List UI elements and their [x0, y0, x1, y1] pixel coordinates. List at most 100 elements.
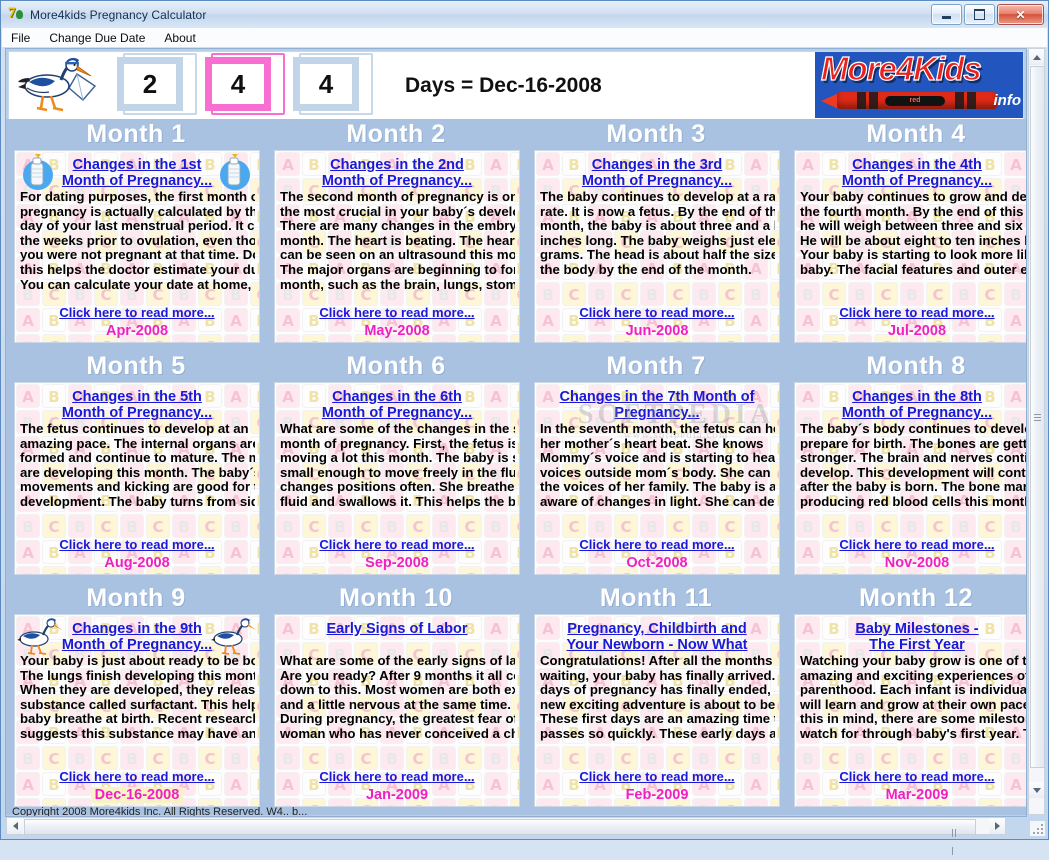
scroll-left-button[interactable] [7, 818, 23, 834]
month-cell-1[interactable]: Month 1 Changes in the 1st Month of Preg… [6, 119, 266, 351]
copyright-text: Copyright 2008 More4kids Inc. All Rights… [12, 806, 308, 817]
month-12-title-link[interactable]: Baby Milestones - The First Year [821, 621, 1013, 653]
month-9-header: Month 9 [86, 584, 186, 612]
month-12-read-more-link[interactable]: Click here to read more... [795, 769, 1026, 784]
month-7-title-link[interactable]: Changes in the 7th Month of Pregnancy... [543, 389, 771, 421]
window-resize-grip[interactable] [1030, 821, 1045, 836]
date-box-2-inner[interactable]: 4 [293, 57, 359, 111]
scroll-up-button[interactable] [1029, 49, 1044, 65]
month-10-read-more-link[interactable]: Click here to read more... [275, 769, 519, 784]
scroll-grip [952, 824, 959, 855]
month-8-title-link[interactable]: Changes in the 8th Month of Pregnancy... [821, 389, 1013, 421]
month-cell-11[interactable]: Month 11 Pregnancy, Childbirth and Your … [526, 583, 786, 815]
minimize-button[interactable] [931, 4, 962, 25]
month-4-title-link[interactable]: Changes in the 4th Month of Pregnancy... [821, 157, 1013, 189]
month-3-panel[interactable]: Changes in the 3rd Month of Pregnancy...… [534, 150, 780, 343]
month-11-body: Congratulations! After all the months of… [540, 654, 775, 741]
month-2-panel[interactable]: Changes in the 2nd Month of Pregnancy...… [274, 150, 520, 343]
more4kids-logo[interactable]: More4Kids red info [815, 52, 1023, 118]
header-strip: 2 4 4 Days = Dec-16-2008 More4Kids red i… [8, 51, 1024, 121]
date-box-1-inner[interactable]: 4 [205, 57, 271, 111]
month-4-panel[interactable]: Changes in the 4th Month of Pregnancy...… [794, 150, 1026, 343]
month-5-title-link[interactable]: Changes in the 5th Month of Pregnancy... [41, 389, 233, 421]
month-8-read-more-link[interactable]: Click here to read more... [795, 537, 1026, 552]
month-9-panel[interactable]: Changes in the 9th Month of Pregnancy...… [14, 614, 260, 807]
month-12-body: Watching your baby grow is one of the mo… [800, 654, 1027, 741]
month-6-date: Sep-2008 [365, 555, 429, 571]
client-area: 2 4 4 Days = Dec-16-2008 More4Kids red i… [5, 48, 1027, 817]
month-cell-5[interactable]: Month 5 Changes in the 5th Month of Preg… [6, 351, 266, 583]
date-box-0-inner[interactable]: 2 [117, 57, 183, 111]
month-8-body: The baby´s body continues to develop and… [800, 422, 1027, 509]
title-bar[interactable]: 7 More4kids Pregnancy Calculator ✕ [1, 1, 1048, 28]
minimize-icon [942, 16, 951, 19]
month-cell-7[interactable]: Month 7 Changes in the 7th Month of Preg… [526, 351, 786, 583]
month-1-title-link[interactable]: Changes in the 1st Month of Pregnancy... [41, 157, 233, 189]
month-9-title-link[interactable]: Changes in the 9th Month of Pregnancy... [41, 621, 233, 653]
month-7-panel[interactable]: Changes in the 7th Month of Pregnancy...… [534, 382, 780, 575]
month-cell-10[interactable]: Month 10 Early Signs of Labor What are s… [266, 583, 526, 815]
horizontal-scrollbar[interactable] [6, 817, 1006, 855]
month-9-date: Dec-16-2008 [15, 787, 259, 803]
month-7-body: In the seventh month, the fetus can hear… [540, 422, 775, 509]
chevron-down-icon [1032, 787, 1041, 793]
stork-icon [17, 56, 117, 116]
vertical-scrollbar[interactable] [1028, 48, 1045, 815]
chevron-left-icon [12, 822, 18, 830]
month-4-read-more-link[interactable]: Click here to read more... [795, 305, 1026, 320]
month-cell-2[interactable]: Month 2 Changes in the 2nd Month of Preg… [266, 119, 526, 351]
date-box-0[interactable]: 2 [117, 53, 197, 115]
month-3-read-more-link[interactable]: Click here to read more... [535, 305, 779, 320]
horizontal-scroll-thumb[interactable] [24, 819, 976, 855]
month-5-date: Aug-2008 [104, 555, 170, 571]
month-cell-8[interactable]: Month 8 Changes in the 8th Month of Preg… [786, 351, 1027, 583]
date-box-2[interactable]: 4 [293, 53, 373, 115]
month-11-date: Feb-2009 [625, 787, 689, 803]
maximize-button[interactable] [964, 4, 995, 25]
month-grid: Month 1 Changes in the 1st Month of Preg… [6, 119, 1026, 816]
month-5-read-more-link[interactable]: Click here to read more... [15, 537, 259, 552]
vertical-scroll-thumb[interactable] [1030, 66, 1045, 768]
scroll-right-button[interactable] [989, 818, 1005, 834]
menu-item-file[interactable]: File [2, 30, 39, 46]
month-6-panel[interactable]: Changes in the 6th Month of Pregnancy...… [274, 382, 520, 575]
month-2-read-more-link[interactable]: Click here to read more... [275, 305, 519, 320]
month-10-panel[interactable]: Early Signs of Labor What are some of th… [274, 614, 520, 807]
stork-icon [211, 617, 257, 657]
month-9-read-more-link[interactable]: Click here to read more... [15, 769, 259, 784]
month-cell-6[interactable]: Month 6 Changes in the 6th Month of Preg… [266, 351, 526, 583]
month-11-title-link[interactable]: Pregnancy, Childbirth and Your Newborn -… [543, 621, 771, 653]
month-8-panel[interactable]: Changes in the 8th Month of Pregnancy...… [794, 382, 1027, 575]
month-cell-4[interactable]: Month 4 Changes in the 4th Month of Preg… [786, 119, 1026, 351]
month-6-read-more-link[interactable]: Click here to read more... [275, 537, 519, 552]
month-cell-12[interactable]: Month 12 Baby Milestones - The First Yea… [786, 583, 1027, 815]
month-4-date: Jul-2008 [887, 323, 947, 339]
date-box-1[interactable]: 4 [205, 53, 285, 115]
month-10-title-link[interactable]: Early Signs of Labor [301, 621, 493, 637]
month-2-header: Month 2 [346, 120, 446, 148]
month-7-header: Month 7 [606, 352, 706, 380]
menu-item-change-due-date[interactable]: Change Due Date [40, 30, 154, 46]
month-cell-9[interactable]: Month 9 Changes in the 9th Month of Preg… [6, 583, 266, 815]
month-5-panel[interactable]: Changes in the 5th Month of Pregnancy...… [14, 382, 260, 575]
month-12-panel[interactable]: Baby Milestones - The First Year Watchin… [794, 614, 1027, 807]
window-controls: ✕ [931, 4, 1044, 25]
month-7-read-more-link[interactable]: Click here to read more... [535, 537, 779, 552]
month-3-header: Month 3 [606, 120, 706, 148]
month-2-title-link[interactable]: Changes in the 2nd Month of Pregnancy... [301, 157, 493, 189]
close-button[interactable]: ✕ [997, 4, 1044, 25]
menu-item-about[interactable]: About [155, 30, 204, 46]
month-11-read-more-link[interactable]: Click here to read more... [535, 769, 779, 784]
chevron-right-icon [994, 822, 1000, 830]
month-1-read-more-link[interactable]: Click here to read more... [15, 305, 259, 320]
month-3-date: Jun-2008 [625, 323, 689, 339]
month-1-panel[interactable]: Changes in the 1st Month of Pregnancy...… [14, 150, 260, 343]
month-6-title-link[interactable]: Changes in the 6th Month of Pregnancy... [301, 389, 493, 421]
month-cell-3[interactable]: Month 3 Changes in the 3rd Month of Preg… [526, 119, 786, 351]
month-11-panel[interactable]: Pregnancy, Childbirth and Your Newborn -… [534, 614, 780, 807]
month-3-title-link[interactable]: Changes in the 3rd Month of Pregnancy... [561, 157, 753, 189]
close-icon: ✕ [1015, 7, 1026, 22]
month-6-body: What are some of the changes in the sixt… [280, 422, 515, 509]
crayon-label: red [885, 96, 945, 106]
scroll-down-button[interactable] [1029, 782, 1044, 798]
